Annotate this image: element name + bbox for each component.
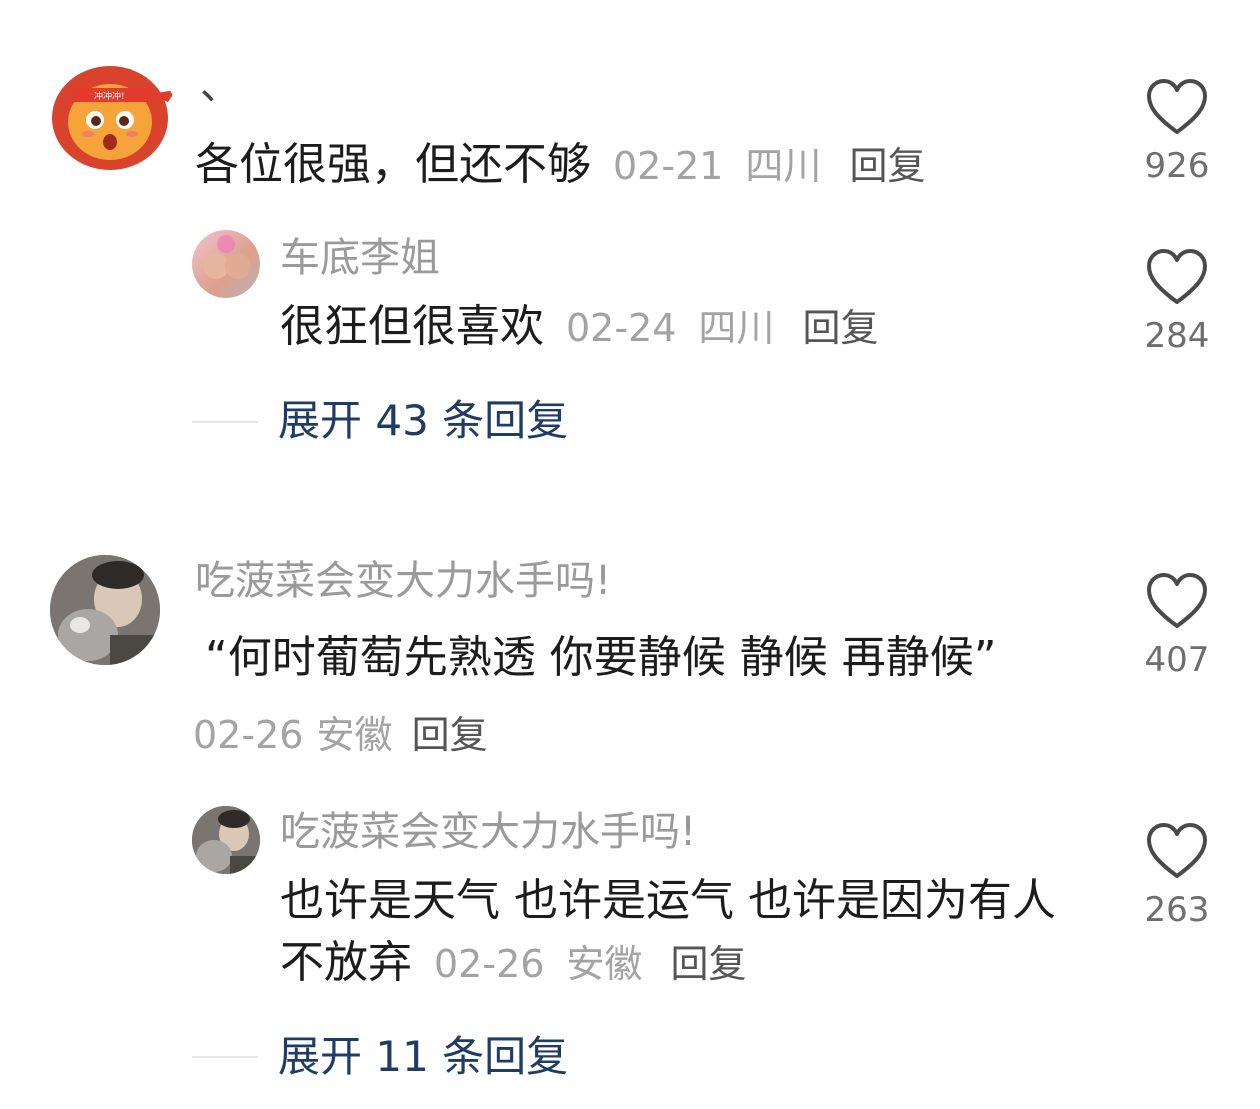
reply-text: 也许是天气 也许是运气 也许是因为有人不放弃 02-26 安徽 回复: [280, 870, 1080, 995]
like-count: 926: [1144, 146, 1210, 186]
avatar-reply[interactable]: [192, 230, 260, 298]
comment-username[interactable]: 吃菠菜会变大力水手吗!: [195, 557, 611, 605]
reply-location: 四川: [698, 306, 775, 350]
avatar-reply[interactable]: [192, 806, 260, 874]
heart-outline-icon: [1147, 79, 1207, 134]
profile-photo-icon: [50, 555, 160, 665]
profile-photo-icon: [192, 806, 260, 874]
like-button[interactable]: 263: [1137, 822, 1217, 930]
like-button[interactable]: 284: [1137, 248, 1217, 356]
lion-avatar-icon: 冲冲冲!: [52, 66, 176, 170]
profile-photo-icon: [203, 235, 251, 279]
comment-location: 安徽: [316, 713, 393, 757]
reply-location: 安徽: [566, 942, 643, 986]
reply-button[interactable]: 回复: [802, 306, 878, 350]
expand-replies-button[interactable]: 展开 11 条回复: [278, 1032, 568, 1082]
reply-button[interactable]: 回复: [670, 942, 746, 986]
svg-text:冲冲冲!: 冲冲冲!: [94, 90, 125, 102]
expand-divider: [192, 421, 258, 423]
like-button[interactable]: 407: [1137, 572, 1217, 680]
heart-outline-icon: [1147, 573, 1207, 628]
comment-username[interactable]: 、: [200, 62, 240, 110]
comment-text: 各位很强，但还不够 02-21 四川 回复: [195, 134, 1095, 197]
comment-meta: 02-26 安徽 回复: [193, 704, 488, 759]
reply-username[interactable]: 车底李姐: [280, 234, 440, 282]
reply-text: 很狂但很喜欢 02-24 四川 回复: [280, 296, 878, 359]
comment-date: 02-26: [193, 713, 304, 757]
like-count: 263: [1144, 890, 1210, 930]
comment-location: 四川: [745, 144, 822, 188]
reply-username[interactable]: 吃菠菜会变大力水手吗!: [280, 808, 696, 856]
expand-divider: [192, 1056, 258, 1058]
comment-body: “何时葡萄先熟透 你要静候 静候 再静候”: [205, 632, 997, 683]
reply-date: 02-24: [566, 306, 677, 350]
reply-button[interactable]: 回复: [849, 144, 925, 188]
comment-date: 02-21: [613, 144, 724, 188]
reply-button[interactable]: 回复: [412, 713, 488, 757]
heart-outline-icon: [1147, 249, 1207, 304]
expand-replies-button[interactable]: 展开 43 条回复: [278, 396, 568, 446]
like-button[interactable]: 926: [1137, 78, 1217, 186]
avatar-lion[interactable]: 冲冲冲!: [50, 62, 178, 172]
heart-outline-icon: [1147, 823, 1207, 878]
avatar-user-cat[interactable]: [50, 555, 160, 665]
reply-date: 02-26: [434, 942, 545, 986]
reply-body: 也许是天气 也许是运气 也许是因为有人不放弃: [280, 875, 1056, 988]
comment-body: 各位很强，但还不够: [195, 139, 591, 190]
like-count: 284: [1144, 316, 1210, 356]
like-count: 407: [1144, 640, 1210, 680]
reply-body: 很狂但很喜欢: [280, 301, 544, 352]
